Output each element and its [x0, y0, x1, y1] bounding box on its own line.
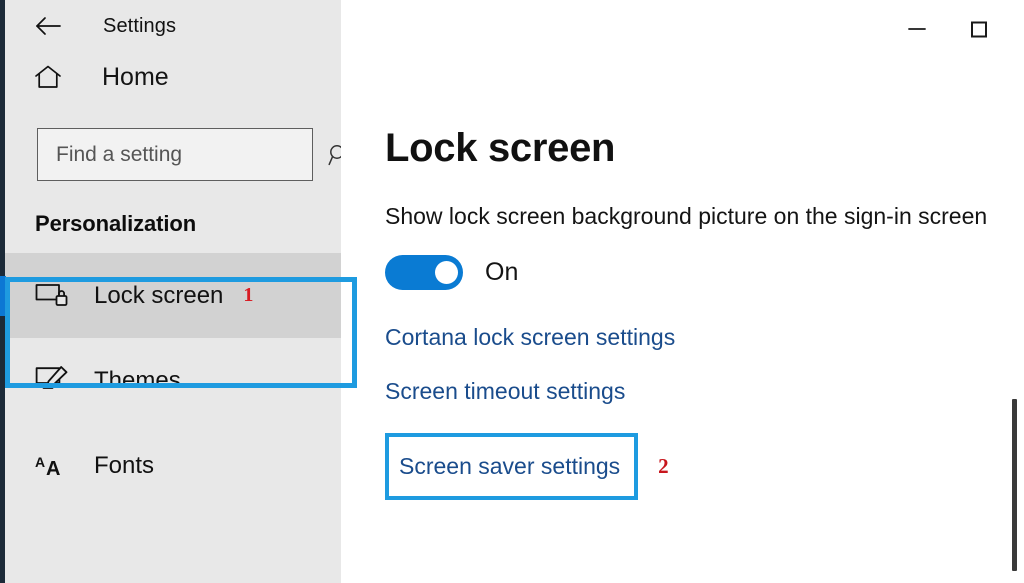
minimize-button[interactable]: [886, 6, 948, 52]
svg-text:A: A: [46, 458, 60, 480]
link-row-cortana: Cortana lock screen settings: [385, 324, 1024, 352]
annotation-box-screen-saver: Screen saver settings: [385, 432, 639, 501]
sidebar-item-home-label: Home: [102, 62, 169, 91]
selection-accent-bar: [0, 276, 6, 316]
window-controls: [886, 0, 1010, 58]
back-arrow-icon[interactable]: [31, 9, 65, 43]
sidebar-item-fonts[interactable]: A A Fonts: [5, 423, 341, 508]
window-titlebar: Settings: [5, 0, 341, 52]
link-screen-saver-settings[interactable]: Screen saver settings: [399, 453, 620, 481]
sidebar: Settings Home Perso: [0, 0, 357, 583]
toggle-state-label: On: [485, 257, 519, 286]
scrollbar[interactable]: [1012, 0, 1021, 583]
search-input[interactable]: [38, 142, 327, 167]
maximize-button[interactable]: [948, 6, 1010, 52]
link-cortana-lock-screen-settings[interactable]: Cortana lock screen settings: [385, 324, 675, 352]
sidebar-item-fonts-label: Fonts: [94, 451, 155, 479]
svg-text:A: A: [35, 454, 45, 470]
sidebar-item-lock-screen[interactable]: Lock screen 1: [0, 253, 341, 338]
font-aa-icon: A A: [35, 448, 75, 484]
search-box[interactable]: [37, 128, 344, 181]
sidebar-group-header: Personalization: [35, 211, 197, 236]
monitor-lock-icon: [35, 278, 75, 314]
sidebar-item-themes-label: Themes: [94, 366, 181, 394]
settings-window: Settings Home Perso: [0, 0, 1024, 583]
annotation-badge-1: 1: [243, 284, 254, 306]
content-body: Lock screen Show lock screen background …: [341, 0, 1024, 527]
links-list: Cortana lock screen settings Screen time…: [385, 324, 1024, 528]
sidebar-nav-list: Lock screen 1 Themes A A Fonts: [0, 253, 341, 508]
annotation-badge-2: 2: [658, 454, 669, 479]
link-row-screen-timeout: Screen timeout settings: [385, 378, 1024, 406]
link-row-screen-saver: Screen saver settings 2: [385, 432, 669, 501]
background-picture-toggle-row: On: [385, 254, 1024, 290]
scrollbar-thumb[interactable]: [1012, 399, 1017, 571]
main-content: Lock screen Show lock screen background …: [341, 0, 1024, 583]
monitor-brush-icon: [35, 363, 75, 399]
window-title: Settings: [103, 14, 177, 37]
sidebar-item-themes[interactable]: Themes: [5, 338, 341, 423]
sidebar-item-home[interactable]: Home: [5, 52, 341, 102]
background-picture-toggle[interactable]: [385, 254, 463, 290]
link-screen-timeout-settings[interactable]: Screen timeout settings: [385, 378, 625, 406]
sidebar-item-lock-screen-label: Lock screen: [94, 281, 224, 309]
setting-description: Show lock screen background picture on t…: [385, 203, 988, 229]
toggle-knob: [435, 260, 458, 284]
page-title: Lock screen: [385, 126, 616, 170]
search-container: [37, 128, 344, 181]
home-icon: [31, 60, 65, 94]
